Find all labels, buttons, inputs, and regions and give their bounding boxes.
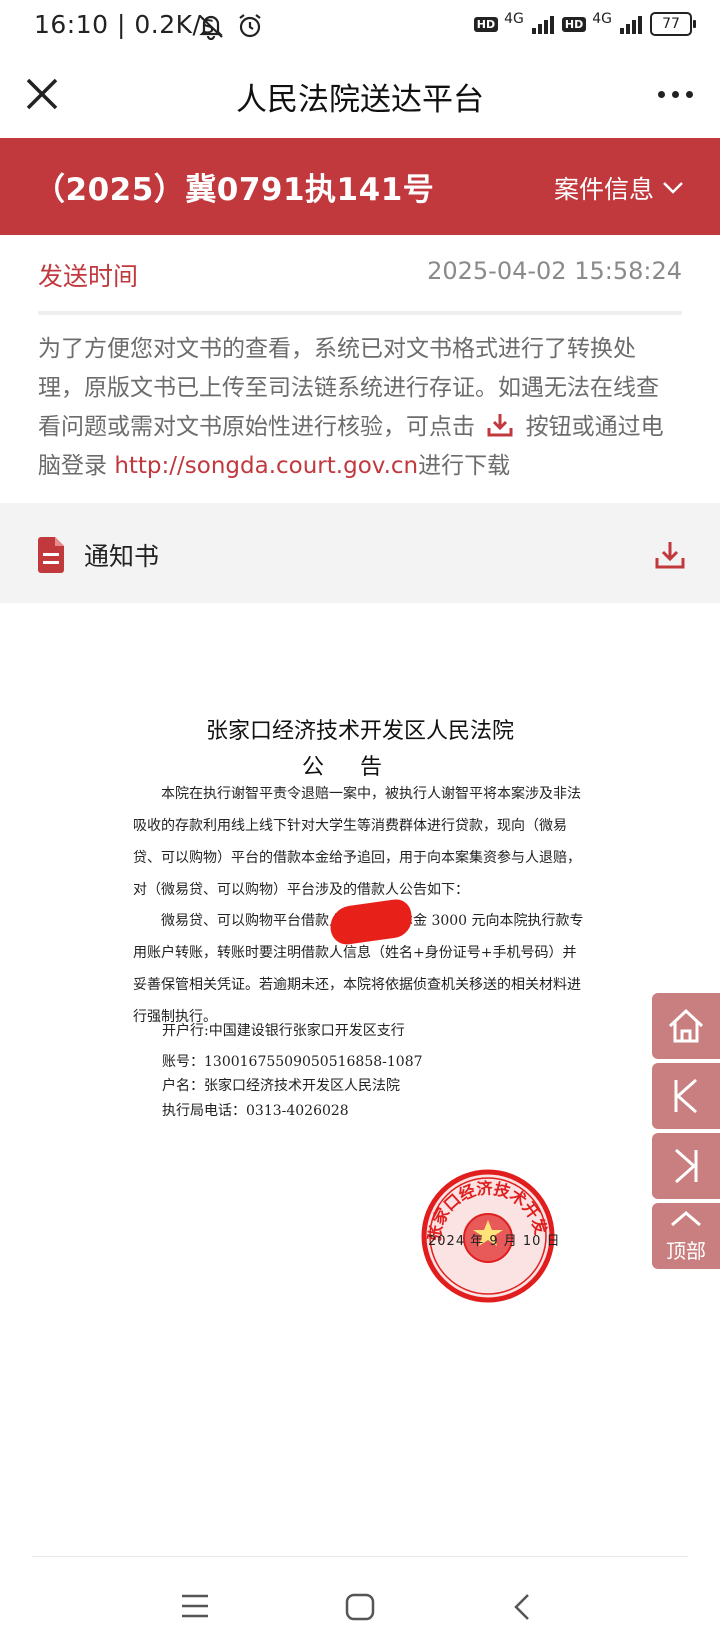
court-title: 张家口经济技术开发区人民法院 xyxy=(205,719,514,744)
notice-paragraph: 本院在执行谢智平责令退赔一案中，被执行人谢智平将本案涉及非法吸收的存款利用线上线… xyxy=(133,786,581,898)
next-page-button[interactable] xyxy=(652,1133,720,1199)
status-time: 16:10 | 0.2K/s xyxy=(34,10,215,39)
document-name: 通知书 xyxy=(84,542,160,571)
notice-date: 2024 年 9 月 10 日 xyxy=(428,1234,561,1249)
case-header: （2025）冀0791执141号 案件信息 xyxy=(0,138,720,235)
title-bar: 人民法院送达平台 xyxy=(0,52,720,138)
account-number: 账号：13001675509050516858-1087 xyxy=(162,1054,423,1070)
hd-badge: HD xyxy=(561,16,587,32)
chevron-down-icon xyxy=(663,182,683,194)
download-icon xyxy=(487,414,513,437)
chevron-up-icon xyxy=(671,1211,701,1227)
account-name: 户名：张家口经济技术开发区人民法院 xyxy=(162,1078,400,1094)
previous-page-button[interactable] xyxy=(652,1063,720,1129)
case-info-label: 案件信息 xyxy=(553,175,654,204)
download-icon[interactable] xyxy=(654,539,686,571)
court-link[interactable]: http://songda.court.gov.cn xyxy=(114,453,418,479)
floating-controls: 顶部 xyxy=(652,993,720,1273)
home-button[interactable] xyxy=(652,993,720,1059)
send-time-label: 发送时间 xyxy=(38,262,139,291)
back-to-top-label: 顶部 xyxy=(666,1239,706,1263)
notice-heading: 公告 xyxy=(301,755,418,780)
hd-badge: HD xyxy=(473,16,499,32)
menu-icon[interactable] xyxy=(180,1593,210,1619)
battery-icon: 77 xyxy=(650,12,696,36)
mute-notification-icon xyxy=(199,15,223,40)
bureau-phone: 执行局电话：0313-4026028 xyxy=(162,1103,349,1119)
document-bar[interactable]: 通知书 xyxy=(0,503,720,603)
back-to-top-button[interactable]: 顶部 xyxy=(652,1203,720,1269)
page-title: 人民法院送达平台 xyxy=(236,82,484,118)
dot-icon xyxy=(686,90,693,98)
dot-icon xyxy=(672,90,679,98)
home-nav-icon[interactable] xyxy=(345,1593,375,1621)
send-time-row: 发送时间 2025-04-02 15:58:24 xyxy=(38,235,682,315)
status-bar: 16:10 | 0.2K/s HD 4G HD 4G 77 xyxy=(0,0,720,52)
dot-icon xyxy=(658,90,665,98)
notice-text: 进行下载 xyxy=(418,453,511,479)
divider xyxy=(32,1556,688,1557)
network-type: 4G xyxy=(504,11,524,27)
more-options-button[interactable] xyxy=(658,82,698,106)
send-time-value: 2025-04-02 15:58:24 xyxy=(427,257,682,285)
format-notice: 为了方便您对文书的查看，系统已对文书格式进行了转换处理，原版文书已上传至司法链系… xyxy=(38,330,678,486)
signal-icon xyxy=(620,14,642,34)
alarm-icon xyxy=(239,14,261,38)
case-number: （2025）冀0791执141号 xyxy=(34,172,435,208)
system-nav-bar xyxy=(0,1553,720,1650)
home-icon xyxy=(668,1008,704,1043)
network-type: 4G xyxy=(592,11,612,27)
signal-icon xyxy=(531,14,554,34)
case-info-toggle[interactable]: 案件信息 xyxy=(554,170,684,206)
first-page-icon xyxy=(674,1078,697,1114)
back-icon[interactable] xyxy=(510,1593,534,1621)
document-viewer: 张家口经济技术开发区人民法院 公告 本院在执行谢智平责令退赔一案中，被执行人谢智… xyxy=(0,603,720,1553)
document-icon xyxy=(38,537,64,573)
last-page-icon xyxy=(675,1148,698,1184)
bank-name: 开户行:中国建设银行张家口开发区支行 xyxy=(162,1023,405,1039)
